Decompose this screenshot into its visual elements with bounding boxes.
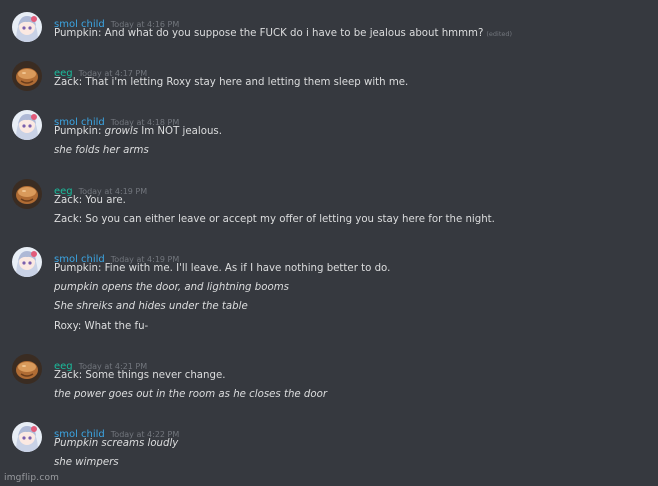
message-text: she folds her arms (54, 144, 149, 158)
message-italic: She shreiks and hides under the table (54, 301, 248, 312)
anime-girl-avatar[interactable] (12, 110, 42, 140)
message-italic: she wimpers (54, 457, 119, 468)
message-header: smol child Today at 4:19 PM (54, 247, 179, 265)
anime-girl-avatar[interactable] (12, 247, 42, 277)
message-header: eeg Today at 4:17 PM (54, 61, 147, 79)
message-header: eeg Today at 4:21 PM (54, 354, 147, 372)
edited-tag: (edited) (486, 30, 513, 38)
bread-avatar[interactable] (12, 354, 42, 384)
message-header: eeg Today at 4:19 PM (54, 179, 147, 197)
message-suffix: Im NOT jealous. (138, 126, 222, 137)
bread-avatar[interactable] (12, 179, 42, 209)
message-text: Pumpkin screams loudly (54, 437, 178, 451)
message-italic: she folds her arms (54, 145, 149, 156)
message-text: Zack: So you can either leave or accept … (54, 214, 495, 225)
message-prefix: Pumpkin: (54, 126, 105, 137)
message-text: Pumpkin: Fine with me. I'll leave. As if… (54, 263, 391, 274)
message-text: she wimpers (54, 456, 119, 470)
watermark: imgflip.com (4, 473, 60, 483)
message-text: pumpkin opens the door, and lightning bo… (54, 281, 289, 295)
message-italic: the power goes out in the room as he clo… (54, 389, 328, 400)
message-text: the power goes out in the room as he clo… (54, 388, 327, 402)
message-header: smol child Today at 4:18 PM (54, 110, 179, 128)
bread-avatar[interactable] (12, 61, 42, 91)
message-italic: Pumpkin screams loudly (54, 438, 179, 449)
message-text: Zack: That i'm letting Roxy stay here an… (54, 77, 409, 88)
message-header: smol child Today at 4:16 PM (54, 12, 179, 30)
message-text: She shreiks and hides under the table (54, 300, 248, 314)
message-text: Zack: Some things never change. (54, 370, 226, 381)
message-content: Pumpkin: And what do you suppose the FUC… (54, 28, 484, 39)
chat-message-list: smol child Today at 4:16 PM Pumpkin: And … (0, 0, 658, 486)
message-text: Roxy: What the fu- (54, 321, 149, 332)
anime-girl-avatar[interactable] (12, 422, 42, 452)
anime-girl-avatar[interactable] (12, 12, 42, 42)
message-italic: growls (104, 126, 139, 137)
message-text: Pumpkin: And what do you suppose the FUC… (54, 27, 512, 41)
message-text: Zack: You are. (54, 195, 126, 206)
message-text: Pumpkin: growls Im NOT jealous. (54, 125, 222, 139)
message-header: smol child Today at 4:22 PM (54, 422, 179, 440)
message-italic: pumpkin opens the door, and lightning bo… (54, 282, 289, 293)
